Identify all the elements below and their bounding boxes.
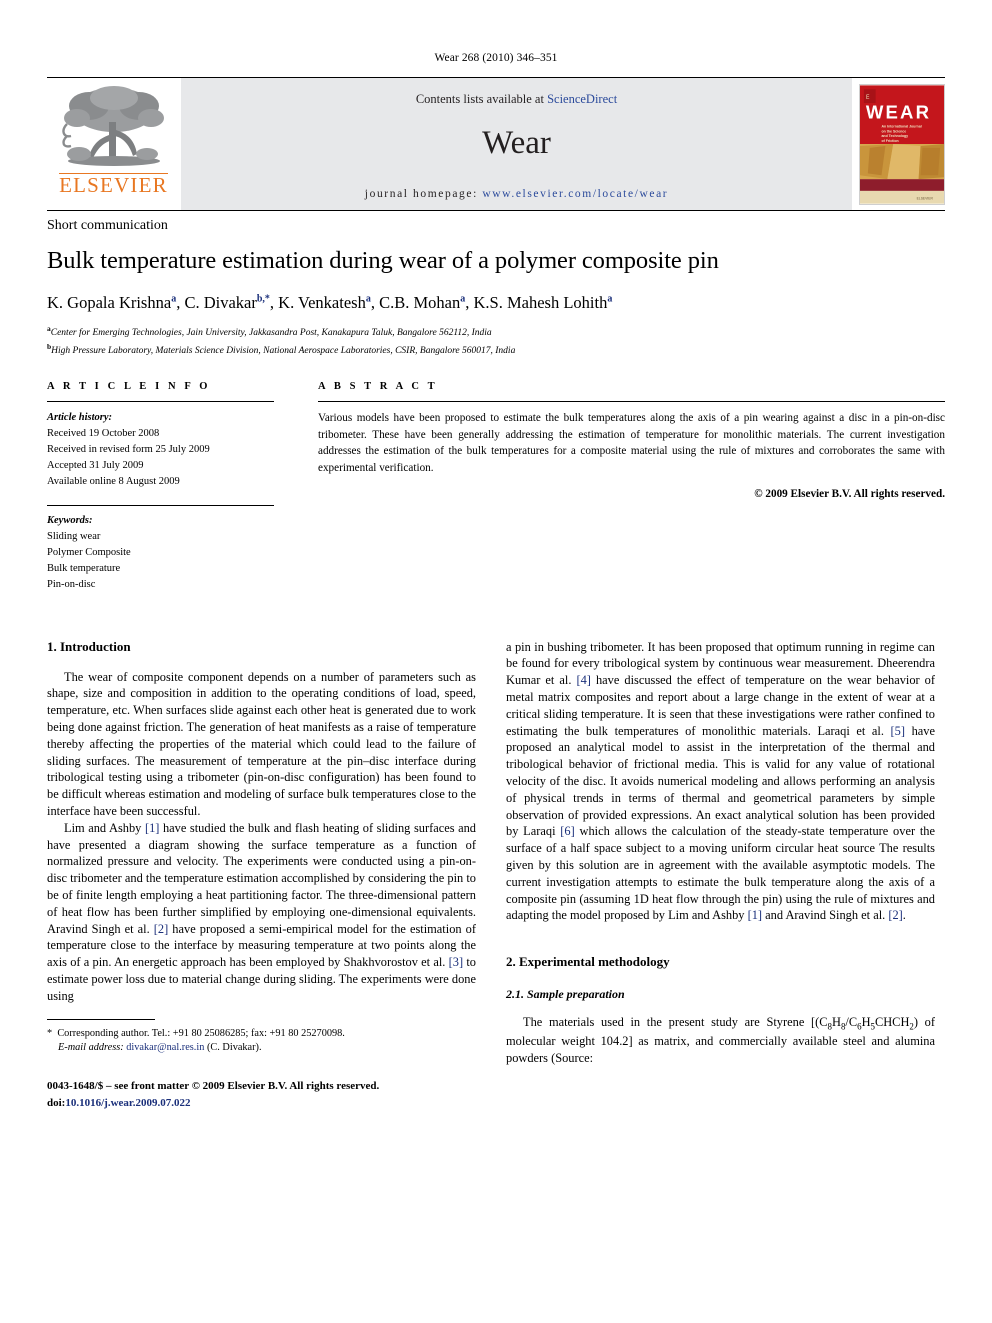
- right-seg-f: .: [902, 908, 906, 923]
- prep-seg-e: CHCH: [874, 1015, 910, 1030]
- citation-ref-5[interactable]: [5]: [891, 724, 905, 738]
- issn-copyright-block: 0043-1648/$ – see front matter © 2009 El…: [47, 1078, 476, 1111]
- intro-paragraph-2: Lim and Ashby [1] have studied the bulk …: [47, 820, 476, 1005]
- introduction-heading: 1. Introduction: [47, 638, 131, 654]
- affiliation-text-b: High Pressure Laboratory, Materials Scie…: [51, 346, 516, 357]
- svg-text:E: E: [866, 95, 870, 101]
- sciencedirect-link[interactable]: ScienceDirect: [547, 92, 617, 106]
- history-item: Received 19 October 2008: [47, 428, 160, 440]
- footnote-rule: [47, 1018, 155, 1020]
- running-head: Wear 268 (2010) 346–351: [434, 52, 558, 64]
- elsevier-logo: ELSEVIER: [47, 78, 180, 210]
- article-info-heading: A R T I C L E I N F O: [47, 381, 211, 393]
- corresponding-text: Corresponding author. Tel.: +91 80 25086…: [57, 1027, 345, 1039]
- issn-line: 0043-1648/$ – see front matter © 2009 El…: [47, 1080, 380, 1093]
- abstract-heading: A B S T R A C T: [318, 381, 438, 393]
- doi-line: doi:10.1016/j.wear.2009.07.022: [47, 1095, 476, 1112]
- contents-prefix: Contents lists available at: [415, 92, 548, 106]
- history-item: Available online 8 August 2009: [47, 475, 180, 487]
- para2-seg-b: have studied the bulk and flash heating …: [47, 820, 477, 936]
- email-suffix: (C. Divakar).: [204, 1042, 262, 1054]
- affiliation-list: aCenter for Emerging Technologies, Jain …: [47, 323, 945, 359]
- abstract-column: A B S T R A C T Various models have been…: [290, 381, 945, 593]
- author-list: K. Gopala Krishnaa, C. Divakarb,*, K. Ve…: [47, 292, 613, 312]
- prep-seg-d: H: [861, 1015, 871, 1030]
- left-column: 1. Introduction The wear of composite co…: [47, 639, 476, 1112]
- info-abstract-block: A R T I C L E I N F O Article history: R…: [47, 381, 945, 593]
- svg-text:of Friction: of Friction: [881, 139, 898, 143]
- journal-cover-thumbnail: E WEAR An International Journal on the S…: [853, 78, 945, 210]
- citation-ref-6[interactable]: [6]: [560, 824, 574, 838]
- abstract-copyright: © 2009 Elsevier B.V. All rights reserved…: [754, 488, 945, 501]
- citation-ref-1[interactable]: [1]: [145, 821, 159, 835]
- corresponding-marker: *: [47, 1027, 53, 1039]
- abstract-rule: [318, 401, 945, 403]
- sample-preparation-paragraph: The materials used in the present study …: [506, 1014, 935, 1066]
- svg-text:ELSEVIER: ELSEVIER: [917, 196, 934, 200]
- intro-paragraph-1: The wear of composite component depends …: [47, 669, 476, 818]
- article-doctype: Short communication: [47, 218, 168, 233]
- email-label: E-mail address:: [58, 1042, 124, 1054]
- abstract-text: Various models have been proposed to est…: [318, 412, 945, 474]
- contents-available-line: Contents lists available at ScienceDirec…: [416, 92, 617, 107]
- article-info-column: A R T I C L E I N F O Article history: R…: [47, 381, 290, 593]
- article-page: Wear 268 (2010) 346–351 ELSEVIER Content…: [0, 0, 992, 1323]
- body-columns: 1. Introduction The wear of composite co…: [47, 639, 945, 1112]
- journal-homepage-line: journal homepage: www.elsevier.com/locat…: [365, 188, 668, 200]
- journal-masthead: ELSEVIER Contents lists available at Sci…: [47, 77, 945, 210]
- doi-link[interactable]: 10.1016/j.wear.2009.07.022: [65, 1097, 190, 1109]
- experimental-methodology-heading: 2. Experimental methodology: [506, 954, 670, 970]
- citation-ref-2[interactable]: [2]: [154, 922, 168, 936]
- right-seg-e: and Aravind Singh et al.: [762, 908, 889, 923]
- prep-seg-b: H: [831, 1015, 841, 1030]
- elsevier-wordmark: ELSEVIER: [59, 173, 168, 197]
- svg-text:An International Journal: An International Journal: [881, 124, 921, 128]
- corresponding-author-note: * Corresponding author. Tel.: +91 80 250…: [47, 1027, 476, 1057]
- homepage-prefix: journal homepage:: [364, 188, 483, 200]
- keyword-item: Sliding wear: [47, 530, 101, 542]
- masthead-center: Contents lists available at ScienceDirec…: [180, 78, 853, 210]
- article-history: Article history: Received 19 October 200…: [47, 410, 274, 490]
- svg-text:and Technology: and Technology: [881, 134, 908, 138]
- elsevier-tree-icon: [61, 86, 164, 166]
- keyword-item: Polymer Composite: [47, 546, 131, 558]
- prep-seg-c: /C: [845, 1015, 858, 1030]
- keywords-label: Keywords:: [47, 514, 93, 526]
- journal-homepage-link[interactable]: www.elsevier.com/locate/wear: [482, 188, 668, 200]
- para2-seg-a: Lim and Ashby: [64, 820, 145, 835]
- email-link[interactable]: divakar@nal.res.in: [126, 1042, 204, 1053]
- citation-ref-3[interactable]: [3]: [449, 955, 463, 969]
- keywords-list: Keywords: Sliding wear Polymer Composite…: [47, 513, 274, 593]
- prep-seg-a: The materials used in the present study …: [523, 1015, 828, 1030]
- affiliation-text-a: Center for Emerging Technologies, Jain U…: [50, 328, 492, 339]
- right-column: a pin in bushing tribometer. It has been…: [506, 639, 935, 1112]
- keyword-item: Pin-on-disc: [47, 578, 96, 590]
- masthead-bottom-rule: [47, 210, 945, 211]
- affiliation-b: bHigh Pressure Laboratory, Materials Sci…: [47, 341, 945, 359]
- article-history-label: Article history:: [47, 412, 113, 424]
- sample-preparation-heading: 2.1. Sample preparation: [506, 987, 625, 1002]
- history-item: Accepted 31 July 2009: [47, 459, 144, 471]
- journal-title: Wear: [482, 125, 551, 161]
- history-item: Received in revised form 25 July 2009: [47, 444, 210, 455]
- doi-label: doi:: [47, 1096, 66, 1109]
- svg-text:on the Science: on the Science: [881, 129, 906, 133]
- affiliation-a: aCenter for Emerging Technologies, Jain …: [47, 323, 945, 341]
- right-seg-c: have proposed an analytical model to ass…: [506, 723, 935, 839]
- svg-text:WEAR: WEAR: [866, 101, 931, 122]
- article-info-rule: [47, 401, 274, 403]
- keyword-item: Bulk temperature: [47, 562, 121, 574]
- intro-paragraph-continued: a pin in bushing tribometer. It has been…: [506, 639, 935, 925]
- citation-ref-1b[interactable]: [1]: [748, 908, 762, 922]
- citation-ref-4[interactable]: [4]: [576, 673, 590, 687]
- page-title: Bulk temperature estimation during wear …: [47, 247, 719, 274]
- wear-cover-image: E WEAR An International Journal on the S…: [859, 83, 945, 205]
- citation-ref-2b[interactable]: [2]: [888, 908, 902, 922]
- keywords-rule: [47, 504, 274, 506]
